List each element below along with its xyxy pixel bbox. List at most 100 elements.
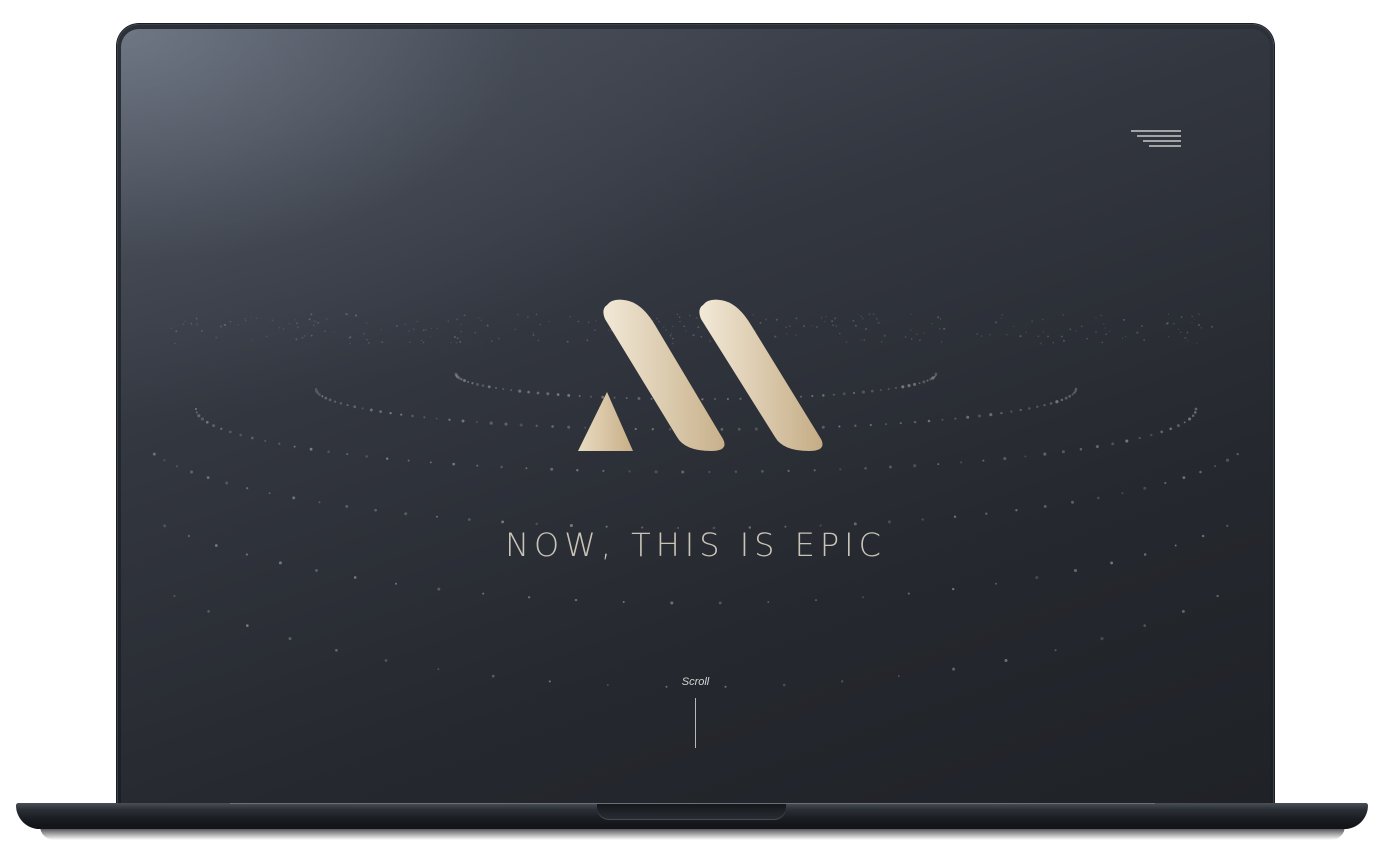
particle bbox=[910, 313, 912, 316]
particle bbox=[1214, 465, 1217, 468]
particle bbox=[1100, 637, 1104, 641]
particle bbox=[861, 390, 865, 394]
particle bbox=[921, 518, 924, 521]
particle bbox=[400, 413, 403, 416]
particle bbox=[363, 332, 365, 335]
particle bbox=[960, 461, 963, 464]
particle bbox=[477, 317, 480, 319]
particle bbox=[368, 342, 370, 344]
particle bbox=[1121, 492, 1124, 495]
particle bbox=[200, 417, 204, 421]
particle bbox=[490, 340, 493, 343]
particle bbox=[1095, 331, 1097, 333]
particle bbox=[1079, 447, 1083, 451]
particle bbox=[510, 389, 513, 392]
particle bbox=[347, 314, 349, 316]
particle bbox=[1073, 568, 1078, 573]
particle bbox=[195, 411, 198, 414]
particle bbox=[918, 382, 921, 385]
particle bbox=[1000, 317, 1002, 319]
particle bbox=[435, 417, 438, 420]
particle bbox=[863, 339, 866, 341]
particle bbox=[385, 457, 389, 460]
menu-button[interactable] bbox=[1125, 129, 1181, 151]
particle bbox=[1003, 457, 1007, 461]
particle bbox=[980, 335, 983, 338]
particle bbox=[196, 323, 198, 326]
particle bbox=[1054, 649, 1057, 652]
particle bbox=[1123, 318, 1126, 321]
particle bbox=[423, 416, 426, 419]
particle bbox=[1216, 594, 1219, 598]
particle bbox=[239, 433, 242, 437]
particle bbox=[412, 328, 415, 331]
particle bbox=[312, 319, 315, 322]
particle bbox=[518, 389, 522, 393]
particle bbox=[480, 319, 482, 321]
particle bbox=[245, 624, 249, 627]
particle bbox=[1049, 402, 1053, 405]
particle bbox=[966, 415, 970, 419]
particle bbox=[327, 450, 330, 453]
particle bbox=[429, 461, 432, 464]
particle bbox=[456, 337, 459, 340]
particle bbox=[1194, 411, 1197, 414]
particle bbox=[1183, 421, 1186, 424]
particle bbox=[832, 324, 834, 326]
particle bbox=[937, 463, 940, 466]
particle bbox=[189, 470, 194, 474]
particle bbox=[1173, 322, 1175, 325]
particle bbox=[430, 327, 433, 330]
particle bbox=[346, 404, 349, 407]
particle bbox=[324, 396, 328, 400]
particle bbox=[535, 313, 538, 316]
particle bbox=[1086, 337, 1088, 340]
particle bbox=[877, 321, 880, 324]
particle bbox=[576, 468, 579, 472]
particle bbox=[995, 582, 997, 585]
particle bbox=[482, 592, 485, 595]
particle bbox=[479, 343, 481, 345]
laptop-notch bbox=[597, 804, 786, 820]
particle bbox=[1068, 394, 1072, 398]
particle bbox=[887, 520, 891, 524]
scroll-indicator[interactable]: Scroll bbox=[121, 675, 1270, 748]
particle bbox=[293, 445, 296, 448]
particle bbox=[537, 339, 540, 342]
particle bbox=[195, 317, 198, 320]
particle bbox=[1105, 333, 1107, 335]
particle bbox=[1004, 659, 1008, 662]
particle bbox=[474, 331, 477, 334]
particle bbox=[345, 504, 349, 508]
particle bbox=[995, 321, 998, 324]
particle bbox=[1070, 500, 1075, 504]
particle bbox=[860, 339, 863, 341]
particle bbox=[303, 334, 306, 337]
particle bbox=[366, 338, 368, 341]
particle bbox=[952, 587, 955, 591]
particle bbox=[1043, 403, 1046, 407]
particle bbox=[498, 337, 500, 340]
particle bbox=[471, 382, 474, 385]
particle bbox=[457, 376, 461, 380]
particle bbox=[927, 419, 931, 423]
particle bbox=[447, 320, 450, 323]
particle bbox=[489, 421, 493, 425]
particle bbox=[517, 314, 519, 316]
particle bbox=[448, 418, 451, 421]
particle bbox=[894, 386, 898, 389]
particle bbox=[1140, 325, 1144, 328]
particle bbox=[246, 487, 249, 490]
particle bbox=[845, 341, 848, 343]
particle bbox=[888, 465, 892, 469]
particle bbox=[861, 317, 864, 320]
logo-triangle bbox=[578, 392, 633, 451]
particle bbox=[1167, 313, 1170, 315]
particle bbox=[475, 382, 479, 386]
particle bbox=[548, 320, 551, 323]
particle bbox=[436, 515, 438, 518]
particle bbox=[245, 320, 247, 322]
particle bbox=[1006, 334, 1008, 336]
particle bbox=[380, 329, 382, 331]
particle bbox=[939, 328, 941, 330]
